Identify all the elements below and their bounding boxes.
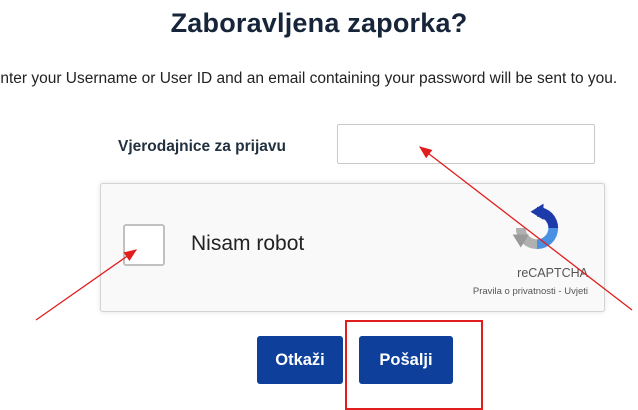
page-title: Zaboravljena zaporka?	[170, 8, 468, 38]
instructions-text: Enter your Username or User ID and an em…	[0, 70, 618, 87]
recaptcha-logo-icon	[512, 203, 559, 250]
credentials-label: Vjerodajnice za prijavu	[118, 138, 286, 155]
credentials-input[interactable]	[337, 124, 595, 164]
recaptcha-brand: reCAPTCHA	[517, 266, 588, 280]
recaptcha-checkbox-label: Nisam robot	[191, 232, 305, 255]
cancel-button[interactable]: Otkaži	[257, 336, 343, 384]
links-separator: -	[555, 286, 565, 297]
recaptcha-widget: Nisam robot reCAPTCHA Pravila o privatno…	[100, 183, 605, 312]
terms-link[interactable]: Uvjeti	[564, 286, 588, 297]
recaptcha-checkbox[interactable]	[123, 224, 165, 266]
submit-button[interactable]: Pošalji	[359, 336, 453, 384]
privacy-link[interactable]: Pravila o privatnosti	[473, 286, 556, 297]
recaptcha-links: Pravila o privatnosti - Uvjeti	[473, 286, 588, 297]
